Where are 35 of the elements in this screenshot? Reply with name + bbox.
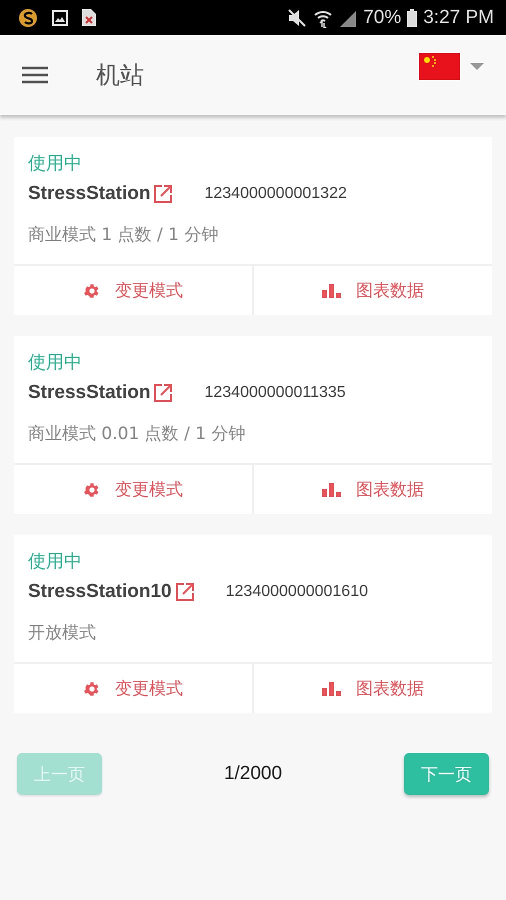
app-logo-icon [18,8,38,28]
station-mode: 商业模式 0.01 点数 / 1 分钟 [28,423,246,445]
signal-icon [339,8,358,26]
gear-icon [83,680,101,698]
bar-chart-icon [322,482,342,496]
station-status: 使用中 [28,550,83,573]
bar-chart-icon [322,284,342,298]
station-mode: 开放模式 [28,622,97,644]
external-link-icon[interactable] [176,583,194,601]
mute-icon [287,8,308,26]
station-id: 1234000000001610 [226,583,368,601]
station-id: 1234000000001322 [204,185,347,203]
gear-icon [83,282,101,300]
image-icon [52,10,68,26]
station-name: StressStation [28,183,150,205]
station-status: 使用中 [28,152,83,175]
page-indicator: 1/2000 [224,763,282,785]
next-page-button[interactable]: 下一页 [404,753,489,795]
station-name: StressStation10 [28,581,172,603]
bar-chart-icon [322,682,342,696]
station-id: 1234000000011335 [204,384,346,402]
clock: 3:27 PM [423,6,494,28]
station-status: 使用中 [28,351,83,374]
battery-percent: 70% [363,6,402,28]
menu-icon[interactable] [22,66,48,84]
gear-icon [83,480,101,498]
page-title: 机站 [96,60,144,91]
flag-icon[interactable] [419,52,460,80]
station-mode: 商业模式 1 点数 / 1 分钟 [28,224,220,246]
station-name: StressStation [28,382,150,404]
external-link-icon[interactable] [154,185,172,203]
external-link-icon[interactable] [154,384,172,402]
dropdown-caret-icon[interactable] [470,62,484,70]
file-error-icon [82,9,96,26]
battery-icon [407,8,418,26]
